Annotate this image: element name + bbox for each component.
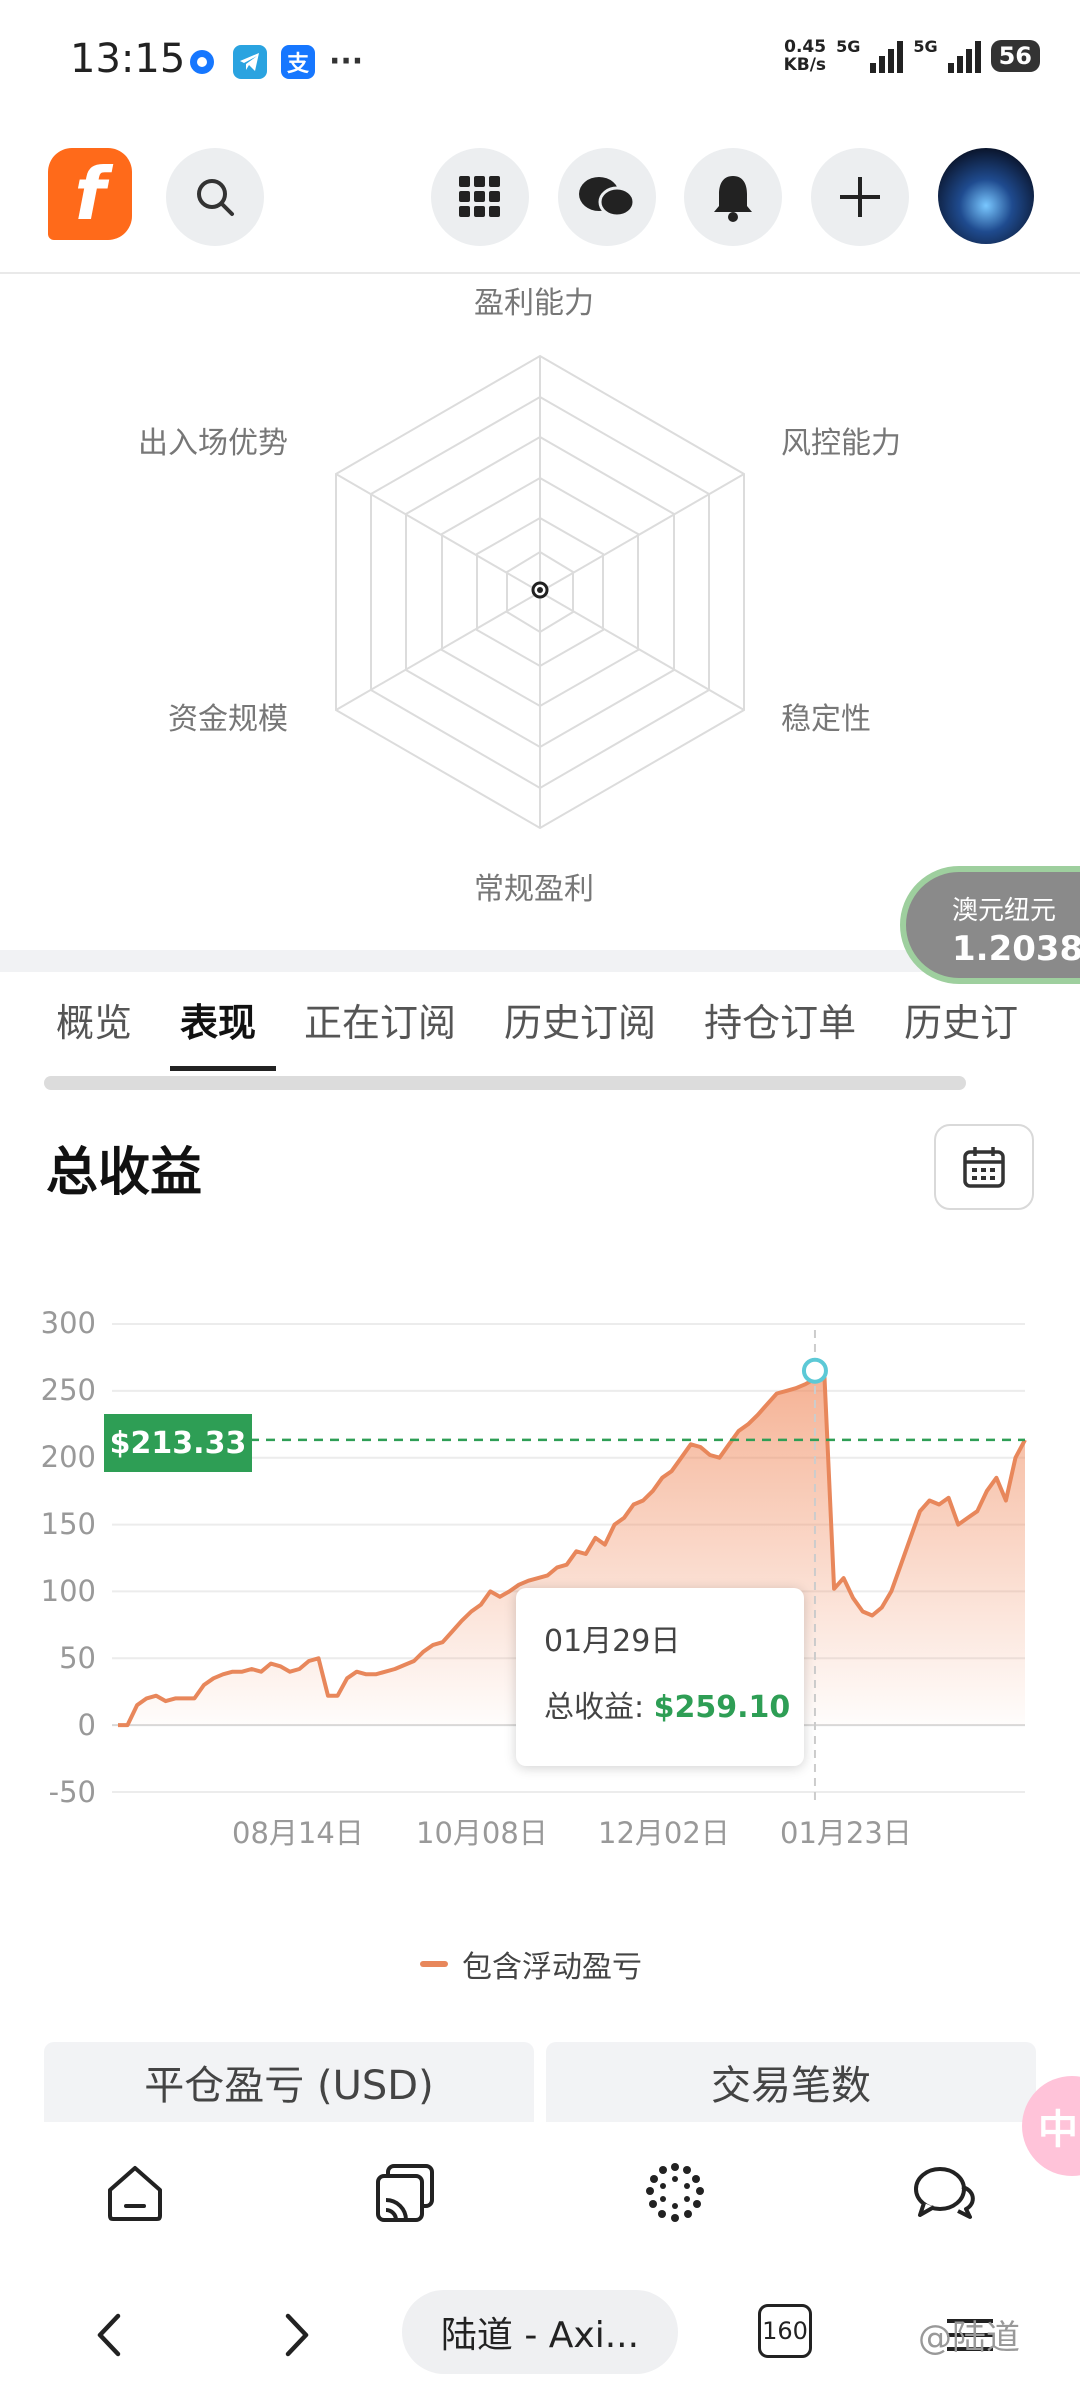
- tab-active-subscriptions[interactable]: 正在订阅: [304, 992, 456, 1047]
- record-icon: [185, 45, 219, 79]
- tab-overview[interactable]: 概览: [56, 992, 132, 1047]
- closed-pnl-card[interactable]: 平仓盈亏 (USD): [44, 2042, 534, 2122]
- add-button[interactable]: [811, 148, 909, 246]
- apps-button[interactable]: [431, 148, 529, 246]
- x-tick-label: 10月08日: [416, 1816, 548, 1850]
- tab-bar: 概览 表现 正在订阅 历史订阅 持仓订单 历史订: [56, 992, 1066, 1047]
- page-title: 总收益: [46, 1143, 203, 1203]
- tab-open-positions[interactable]: 持仓订单: [704, 992, 856, 1047]
- radar-label-bottom-left: 资金规模: [168, 702, 288, 737]
- header-divider: [0, 272, 1080, 274]
- legend-label: 包含浮动盈亏: [462, 1950, 642, 1985]
- legend-swatch: [420, 1961, 448, 1967]
- radar-label-top: 盈利能力: [474, 286, 594, 321]
- search-button[interactable]: [166, 148, 264, 246]
- search-icon: [197, 179, 234, 216]
- radar-label-top-right: 风控能力: [781, 426, 901, 461]
- apps-grid-icon: [459, 176, 500, 217]
- net-speed: 0.45 KB/s: [784, 38, 826, 74]
- tab-switcher-button[interactable]: 160: [758, 2304, 812, 2358]
- radar-label-top-left: 出入场优势: [138, 426, 288, 461]
- telegram-icon: [233, 44, 267, 79]
- calendar-icon: [963, 1147, 1005, 1188]
- currency-ticker-pill[interactable]: 澳元纽元 1.2038: [900, 866, 1080, 984]
- signal-icon: [870, 39, 904, 73]
- chart-tooltip: 01月29日 总收益: $259.10: [516, 1588, 804, 1766]
- plus-icon: [840, 177, 880, 217]
- alipay-icon: 支: [281, 44, 315, 79]
- chat-button[interactable]: [558, 148, 656, 246]
- messages-icon: [914, 2167, 975, 2219]
- chart-legend[interactable]: 包含浮动盈亏: [420, 1942, 642, 1986]
- tab-order-history[interactable]: 历史订: [904, 992, 1018, 1047]
- chat-icon: [579, 177, 636, 218]
- radar-label-bottom: 常规盈利: [474, 872, 594, 907]
- tooltip-date: 01月29日: [544, 1624, 681, 1659]
- status-indicators: 0.45 KB/s 5G 5G 56: [784, 36, 1040, 74]
- net-speed-unit: KB/s: [783, 55, 827, 75]
- x-tick-label: 01月23日: [780, 1816, 912, 1850]
- home-icon: [108, 2166, 162, 2221]
- date-picker-button[interactable]: [934, 1124, 1034, 1210]
- nav-community[interactable]: [640, 2158, 710, 2228]
- nav-live[interactable]: [370, 2158, 440, 2228]
- tooltip-row: 总收益: $259.10: [544, 1682, 804, 1726]
- chevron-right-icon: [285, 2313, 309, 2357]
- radar-chart: [335, 354, 745, 830]
- nav-messages[interactable]: [910, 2158, 980, 2228]
- tab-performance[interactable]: 表现: [180, 992, 256, 1047]
- bell-icon: [714, 176, 752, 222]
- status-app-icons: 支 ···: [185, 44, 363, 79]
- trade-count-card[interactable]: 交易笔数: [546, 2042, 1036, 2122]
- chevron-left-icon: [97, 2313, 121, 2357]
- sim2-label: 5G: [913, 36, 938, 56]
- address-bar[interactable]: 陆道 - Axi...: [402, 2290, 678, 2374]
- more-notifications-icon: ···: [329, 44, 364, 79]
- forward-button[interactable]: [272, 2296, 322, 2374]
- avatar[interactable]: [938, 148, 1034, 244]
- currency-value: 1.2038: [952, 929, 1080, 969]
- nav-home[interactable]: [100, 2158, 170, 2228]
- x-tick-label: 12月02日: [598, 1816, 730, 1850]
- net-speed-value: 0.45: [784, 37, 827, 57]
- active-tab-indicator: [170, 1066, 276, 1071]
- tooltip-point: [801, 1357, 828, 1384]
- notifications-button[interactable]: [684, 148, 782, 246]
- status-time: 13:15: [70, 36, 186, 82]
- app-logo[interactable]: f: [48, 148, 132, 240]
- battery-icon: 56: [990, 40, 1040, 72]
- tooltip-value: $259.10: [653, 1690, 791, 1725]
- back-button[interactable]: [84, 2296, 134, 2374]
- signal-icon-2: [947, 39, 981, 73]
- radar-label-bottom-right: 稳定性: [781, 702, 871, 737]
- watermark: @陆道: [918, 2318, 1020, 2358]
- tooltip-label: 总收益:: [544, 1690, 645, 1725]
- currency-name: 澳元纽元: [952, 896, 1057, 926]
- sim1-label: 5G: [836, 36, 861, 56]
- tab-subscription-history[interactable]: 历史订阅: [504, 992, 656, 1047]
- x-tick-label: 08月14日: [232, 1816, 364, 1850]
- cast-icon: [376, 2164, 434, 2222]
- community-icon: [646, 2163, 704, 2222]
- tab-scrollbar[interactable]: [44, 1076, 966, 1090]
- current-value-tag: $213.33: [104, 1414, 252, 1472]
